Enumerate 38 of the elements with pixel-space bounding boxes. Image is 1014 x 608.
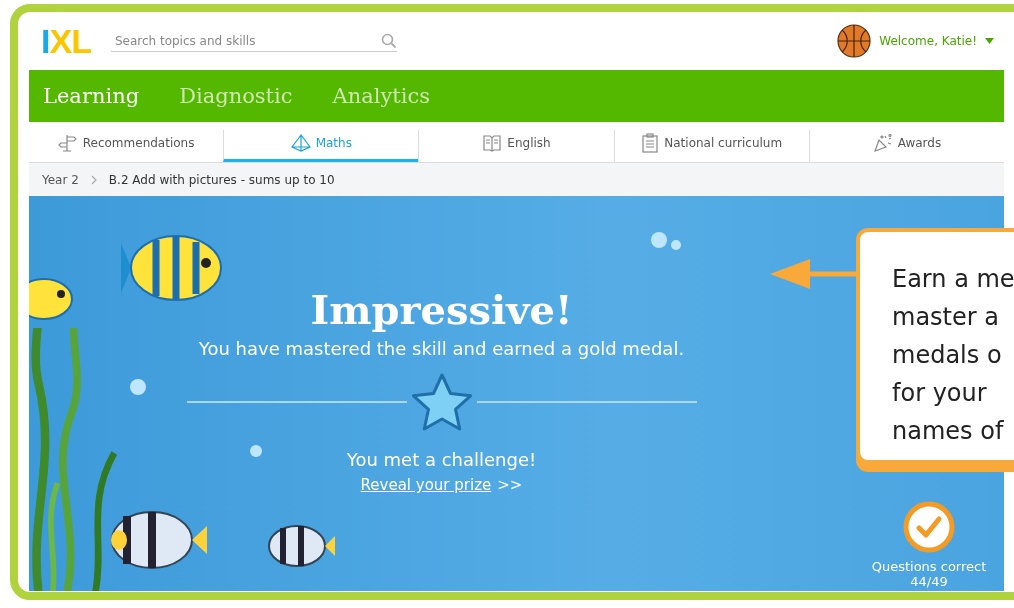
party-popper-icon [872,134,893,152]
search-icon[interactable] [380,32,397,49]
callout-text: medals o [892,340,1003,371]
star-icon [410,373,473,431]
bubbles-drawing [649,230,683,252]
clipboard-icon [641,133,660,153]
ixl-logo[interactable]: IXL [41,24,91,58]
result-heading: Impressive! [310,288,573,332]
check-circle-icon [903,501,955,553]
pyramid-icon [290,134,311,152]
caret-icon[interactable] [985,38,994,44]
reveal-prize-link[interactable]: Reveal your prize [360,476,492,494]
subject-tab[interactable]: National curriculum [613,130,809,162]
subject-tab[interactable]: Recommendations [29,130,224,162]
nav-tab[interactable]: Learning [43,84,140,108]
signpost-icon [57,134,78,152]
bubble-icon [129,378,147,396]
subject-tab[interactable]: Awards [808,130,1004,162]
callout-text: names of [892,416,1005,447]
breadcrumb-link[interactable]: B.2 Add with pictures - sums up to 10 [108,172,335,187]
user-menu[interactable]: Welcome, Katie! [879,34,977,48]
nav-tab[interactable]: Analytics [332,84,430,108]
search-field[interactable]: Search topics and skills [110,30,381,51]
book-icon [482,134,503,152]
breadcrumb-link[interactable]: Year 2 [42,172,79,187]
bubble-icon [249,444,263,458]
basketball-icon[interactable] [837,24,872,58]
stat-value: 44/49 [910,574,948,589]
callout-text: Earn a me [892,264,1014,295]
callout-text: master a [892,302,1000,333]
result-message: You have mastered the skill and earned a gold medal. [198,338,685,359]
stat-label: Questions correct [871,559,987,574]
arrows-text: >> [497,476,523,494]
subject-tab[interactable]: English [418,130,614,162]
callout-text: for your [892,378,988,409]
challenge-text: You met a challenge! [346,449,537,470]
nav-tab[interactable]: Diagnostic [179,84,293,108]
chevron-icon [90,174,97,185]
